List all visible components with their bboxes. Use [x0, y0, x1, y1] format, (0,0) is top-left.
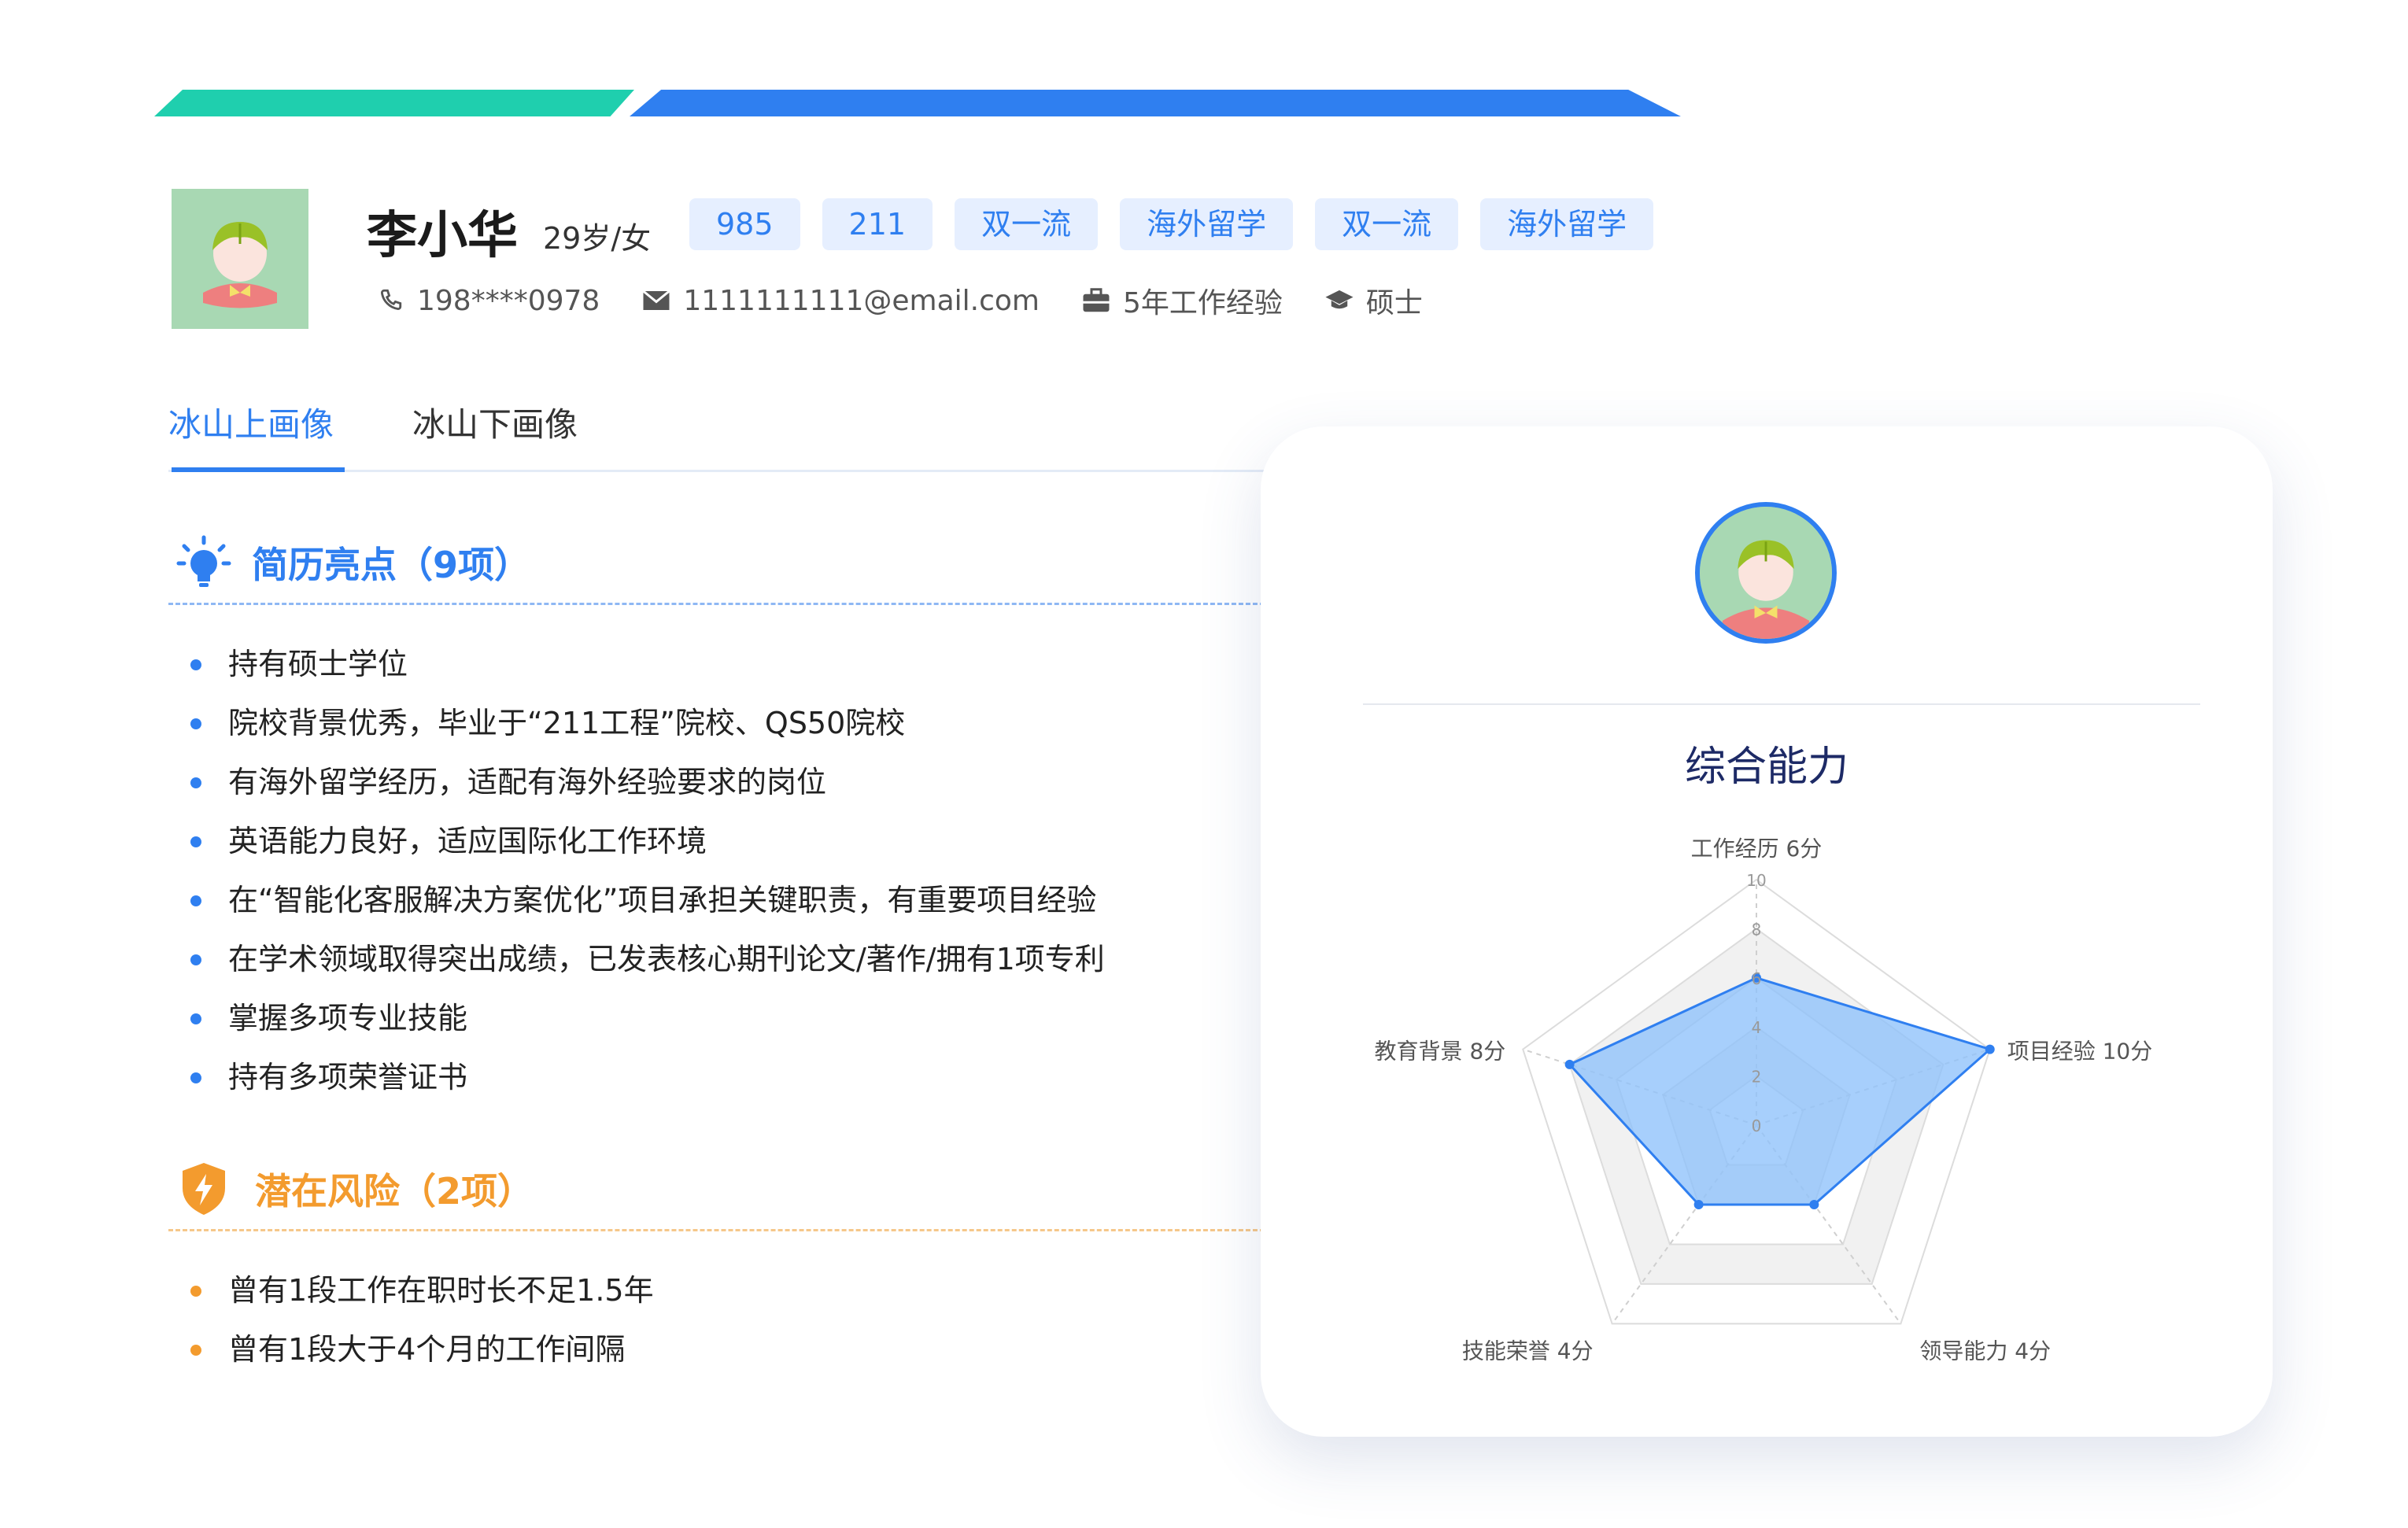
radar-axis-label: 项目经验 10分 [2007, 1039, 2153, 1065]
active-tab-indicator [172, 467, 345, 472]
radar-axis-label: 工作经历 6分 [1691, 836, 1823, 862]
list-item: 在学术领域取得突出成绩，已发表核心期刊论文/著作/拥有1项专利 [190, 937, 1105, 996]
phone-icon [375, 285, 406, 316]
highlights-list: 持有硕士学位 院校背景优秀，毕业于“211工程”院校、QS50院校 有海外留学经… [190, 642, 1105, 1114]
tag-badge: 双一流 [955, 198, 1099, 250]
radar-data-point [1985, 1044, 1995, 1054]
list-item: 持有硕士学位 [190, 642, 1105, 701]
radar-tick-label: 6 [1752, 969, 1762, 988]
radar-axis-label: 领导能力 4分 [1919, 1338, 2051, 1364]
list-item: 院校背景优秀，毕业于“211工程”院校、QS50院校 [190, 701, 1105, 760]
tag-badge: 211 [822, 198, 933, 250]
list-item: 掌握多项专业技能 [190, 996, 1105, 1055]
radar-tick-label: 8 [1752, 920, 1762, 939]
tag-list: 985 211 双一流 海外留学 双一流 海外留学 [689, 198, 1654, 250]
candidate-age-gender: 29岁/女 [543, 221, 652, 256]
list-item: 持有多项荣誉证书 [190, 1055, 1105, 1114]
highlights-heading: 简历亮点（9项） [176, 535, 530, 590]
mail-icon [641, 285, 672, 316]
lightbulb-icon [176, 535, 231, 590]
risks-divider [168, 1229, 1286, 1231]
radar-tick-label: 2 [1752, 1068, 1762, 1087]
experience-text: 5年工作经验 [1123, 287, 1283, 319]
avatar-icon [172, 189, 308, 329]
ability-card: 综合能力 0 2 4 6 8 10 工作经历 6分 项目经验 10分 领导能力 4分 技能荣誉 4… [1261, 426, 2273, 1437]
highlights-title: 简历亮点（9项） [252, 544, 531, 586]
list-item: 曾有1段工作在职时长不足1.5年 [190, 1268, 654, 1327]
risks-title: 潜在风险（2项） [255, 1170, 534, 1212]
contact-degree: 硕士 [1324, 280, 1423, 321]
header-decor-teal [154, 90, 634, 116]
tag-badge: 海外留学 [1480, 198, 1654, 250]
candidate-name: 李小华 [367, 207, 518, 265]
contact-email: 1111111111@email.com [641, 285, 1040, 317]
tab-bar: 冰山上画像 冰山下画像 [168, 390, 1270, 472]
radar-data-point [1809, 1199, 1819, 1209]
radar-tick-label: 10 [1746, 871, 1766, 890]
email-text: 1111111111@email.com [683, 284, 1040, 317]
tab-below-iceberg[interactable]: 冰山下画像 [412, 398, 578, 446]
highlights-divider [168, 603, 1286, 605]
tag-badge: 985 [689, 198, 800, 250]
radar-data-point [1564, 1059, 1575, 1069]
radar-axis-label: 教育背景 8分 [1375, 1039, 1506, 1065]
phone-text: 198****0978 [417, 284, 600, 317]
degree-text: 硕士 [1365, 287, 1423, 319]
tag-badge: 双一流 [1315, 198, 1459, 250]
contact-phone: 198****0978 [375, 285, 600, 317]
list-item: 曾有1段大于4个月的工作间隔 [190, 1327, 654, 1386]
list-item: 在“智能化客服解决方案优化”项目承担关键职责，有重要项目经验 [190, 878, 1105, 937]
avatar [172, 189, 308, 329]
radar-tick-label: 0 [1752, 1116, 1762, 1135]
contact-experience: 5年工作经验 [1080, 280, 1283, 321]
risks-heading: 潜在风险（2项） [179, 1161, 534, 1216]
tab-above-iceberg[interactable]: 冰山上画像 [168, 398, 334, 446]
radar-chart: 0 2 4 6 8 10 工作经历 6分项目经验 10分领导能力 4分 技能荣誉 4分 教育背景… [1375, 836, 2153, 1364]
list-item: 有海外留学经历，适配有海外经验要求的岗位 [190, 760, 1105, 819]
radar-axis-label: 技能荣誉 4分 [1462, 1338, 1594, 1364]
contact-row: 198****0978 1111111111@email.com 5年工作经验 … [375, 280, 1464, 321]
radar-tick-label: 4 [1752, 1018, 1762, 1037]
graduation-cap-icon [1324, 285, 1355, 316]
list-item: 英语能力良好，适应国际化工作环境 [190, 819, 1105, 878]
briefcase-icon [1080, 285, 1112, 316]
shield-bolt-icon [179, 1161, 235, 1216]
tag-badge: 海外留学 [1120, 198, 1294, 250]
header-decor-blue [630, 90, 1681, 116]
risks-list: 曾有1段工作在职时长不足1.5年 曾有1段大于4个月的工作间隔 [190, 1268, 654, 1386]
radar-data-point [1693, 1199, 1704, 1209]
